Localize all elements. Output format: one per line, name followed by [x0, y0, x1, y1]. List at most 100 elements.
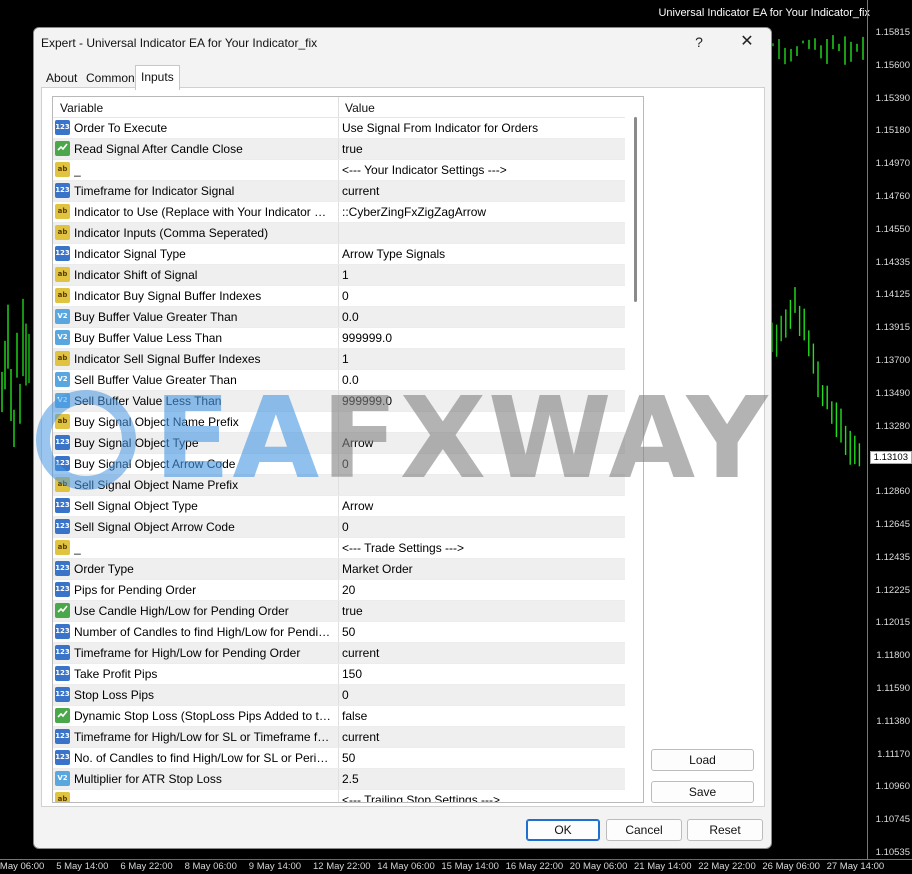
table-row[interactable]: 123 Buy Signal Object Arrow Code 0	[53, 454, 625, 475]
help-button[interactable]: ?	[689, 32, 709, 52]
double-type-icon: V2	[55, 393, 70, 408]
tab-inputs[interactable]: Inputs	[135, 65, 180, 90]
variable-value[interactable]: Arrow Type Signals	[342, 247, 622, 261]
price-tick-label: 1.13490	[875, 387, 910, 399]
time-tick-label: 2 May 06:00	[0, 861, 45, 872]
variable-value[interactable]: 0.0	[342, 373, 622, 387]
load-button[interactable]: Load	[651, 749, 754, 771]
table-row[interactable]: ab Indicator to Use (Replace with Your In…	[53, 202, 625, 223]
variable-value[interactable]: <--- Trailing Stop Settings --->	[342, 793, 622, 802]
variable-value[interactable]: <--- Your Indicator Settings --->	[342, 163, 622, 177]
variable-value[interactable]: current	[342, 730, 622, 744]
dialog-title: Expert - Universal Indicator EA for Your…	[41, 36, 318, 50]
price-tick-label: 1.13280	[875, 420, 910, 432]
table-row[interactable]: ab Indicator Inputs (Comma Seperated)	[53, 223, 625, 244]
integer-type-icon: 123	[55, 687, 70, 702]
table-row[interactable]: Dynamic Stop Loss (StopLoss Pips Added t…	[53, 706, 625, 727]
variable-value[interactable]: current	[342, 184, 622, 198]
tab-common[interactable]: Common	[81, 68, 140, 88]
variable-name: Indicator to Use (Replace with Your Indi…	[74, 205, 334, 219]
table-row[interactable]: ab _ <--- Your Indicator Settings --->	[53, 160, 625, 181]
table-row[interactable]: ab Indicator Sell Signal Buffer Indexes 1	[53, 349, 625, 370]
price-tick-label: 1.14970	[875, 158, 910, 170]
vertical-scrollbar[interactable]	[626, 97, 643, 802]
price-tick-label: 1.14760	[875, 191, 910, 202]
variable-value[interactable]: 50	[342, 751, 622, 765]
variable-value[interactable]: true	[342, 142, 622, 156]
table-row[interactable]: ab Indicator Buy Signal Buffer Indexes 0	[53, 286, 625, 307]
cell-divider	[338, 538, 339, 558]
close-button[interactable]: ✕	[737, 32, 757, 52]
integer-type-icon: 123	[55, 729, 70, 744]
variable-value[interactable]: true	[342, 604, 622, 618]
variable-value[interactable]: 0	[342, 457, 622, 471]
table-row[interactable]: 123 Buy Signal Object Type Arrow	[53, 433, 625, 454]
variable-value[interactable]: 1	[342, 268, 622, 282]
string-type-icon: ab	[55, 267, 70, 282]
variable-value[interactable]: 150	[342, 667, 622, 681]
ok-button[interactable]: OK	[526, 819, 600, 841]
table-row[interactable]: 123 Pips for Pending Order 20	[53, 580, 625, 601]
variable-name: Multiplier for ATR Stop Loss	[74, 772, 222, 786]
variable-value[interactable]: 0	[342, 520, 622, 534]
variable-value[interactable]: Arrow	[342, 499, 622, 513]
table-row[interactable]: 123 Sell Signal Object Arrow Code 0	[53, 517, 625, 538]
tab-about[interactable]: About	[41, 68, 82, 88]
table-row[interactable]: V2 Buy Buffer Value Greater Than 0.0	[53, 307, 625, 328]
table-row[interactable]: ab Indicator Shift of Signal 1	[53, 265, 625, 286]
variable-value[interactable]: Use Signal From Indicator for Orders	[342, 121, 622, 135]
column-header-value[interactable]: Value	[345, 101, 375, 115]
column-divider[interactable]	[338, 97, 339, 117]
table-row[interactable]: Use Candle High/Low for Pending Order tru…	[53, 601, 625, 622]
cell-divider	[338, 685, 339, 705]
variable-value[interactable]: 2.5	[342, 772, 622, 786]
variable-value[interactable]: current	[342, 646, 622, 660]
cell-divider	[338, 433, 339, 453]
dialog-titlebar[interactable]: Expert - Universal Indicator EA for Your…	[34, 28, 771, 58]
variable-value[interactable]: Arrow	[342, 436, 622, 450]
table-row[interactable]: 123 Order To Execute Use Signal From Indic…	[53, 118, 625, 139]
variable-value[interactable]: <--- Trade Settings --->	[342, 541, 622, 555]
variable-value[interactable]: ::CyberZingFxZigZagArrow	[342, 205, 622, 219]
table-row[interactable]: 123 Order Type Market Order	[53, 559, 625, 580]
cell-divider	[338, 454, 339, 474]
table-row[interactable]: 123 Indicator Signal Type Arrow Type Signa…	[53, 244, 625, 265]
table-row[interactable]: 123 Number of Candles to find High/Low fo…	[53, 622, 625, 643]
table-row[interactable]: 123 Timeframe for High/Low for Pending Or…	[53, 643, 625, 664]
string-type-icon: ab	[55, 162, 70, 177]
variable-value[interactable]: 999999.0	[342, 394, 622, 408]
variable-value[interactable]: false	[342, 709, 622, 723]
table-row[interactable]: 123 Timeframe for High/Low for SL or Time…	[53, 727, 625, 748]
table-row[interactable]: 123 Sell Signal Object Type Arrow	[53, 496, 625, 517]
table-row[interactable]: ab Buy Signal Object Name Prefix	[53, 412, 625, 433]
variable-value[interactable]: 20	[342, 583, 622, 597]
table-row[interactable]: ab _ <--- Trade Settings --->	[53, 538, 625, 559]
table-row[interactable]: Read Signal After Candle Close true	[53, 139, 625, 160]
variable-value[interactable]: 999999.0	[342, 331, 622, 345]
table-row[interactable]: 123 No. of Candles to find High/Low for S…	[53, 748, 625, 769]
variable-value[interactable]: Market Order	[342, 562, 622, 576]
table-row[interactable]: V2 Sell Buffer Value Greater Than 0.0	[53, 370, 625, 391]
price-tick-label: 1.13915	[875, 322, 910, 334]
table-row[interactable]: 123 Take Profit Pips 150	[53, 664, 625, 685]
string-type-icon: ab	[55, 414, 70, 429]
string-type-icon: ab	[55, 204, 70, 219]
column-header-variable[interactable]: Variable	[60, 101, 103, 115]
variable-value[interactable]: 0	[342, 289, 622, 303]
table-row[interactable]: ab _ <--- Trailing Stop Settings --->	[53, 790, 625, 802]
reset-button[interactable]: Reset	[687, 819, 763, 841]
table-row[interactable]: 123 Timeframe for Indicator Signal current	[53, 181, 625, 202]
table-row[interactable]: V2 Buy Buffer Value Less Than 999999.0	[53, 328, 625, 349]
table-row[interactable]: ab Sell Signal Object Name Prefix	[53, 475, 625, 496]
variable-value[interactable]: 1	[342, 352, 622, 366]
variable-value[interactable]: 0.0	[342, 310, 622, 324]
variable-value[interactable]: 0	[342, 688, 622, 702]
table-row[interactable]: V2 Multiplier for ATR Stop Loss 2.5	[53, 769, 625, 790]
save-button[interactable]: Save	[651, 781, 754, 803]
cancel-button[interactable]: Cancel	[606, 819, 682, 841]
grid-rows: 123 Order To Execute Use Signal From Indic…	[53, 118, 625, 802]
scrollbar-thumb[interactable]	[634, 117, 637, 302]
table-row[interactable]: V2 Sell Buffer Value Less Than 999999.0	[53, 391, 625, 412]
variable-value[interactable]: 50	[342, 625, 622, 639]
table-row[interactable]: 123 Stop Loss Pips 0	[53, 685, 625, 706]
